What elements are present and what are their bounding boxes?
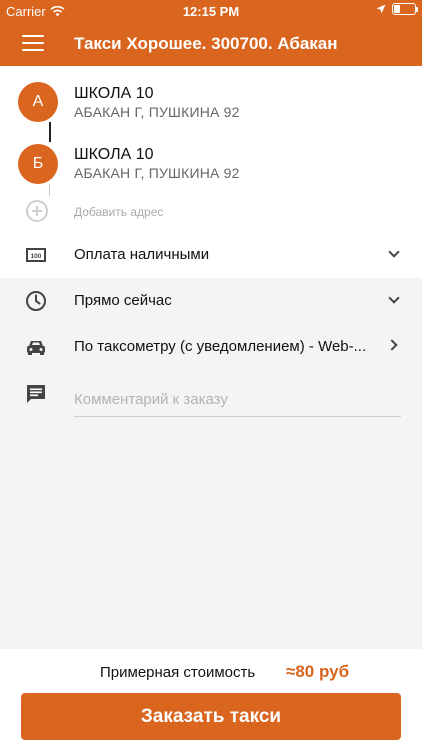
order-taxi-button[interactable]: Заказать такси: [21, 693, 401, 740]
route-section: А ШКОЛА 10 АБАКАН Г, ПУШКИНА 92 Б ШКОЛА …: [0, 66, 422, 232]
battery-icon: [392, 3, 418, 15]
chevron-right-icon: [386, 339, 398, 351]
payment-label: Оплата наличными: [74, 246, 210, 263]
battery-fill: [394, 5, 400, 13]
car-icon: [27, 341, 45, 355]
point-b-marker: Б: [18, 144, 58, 184]
time-label: Прямо сейчас: [74, 292, 172, 309]
status-time: 12:15 PM: [182, 4, 240, 19]
point-b-name[interactable]: ШКОЛА 10: [74, 146, 153, 164]
page-title: Такси Хорошее. 300700. Абакан: [74, 34, 338, 53]
add-address-icon[interactable]: [26, 200, 48, 222]
add-address-label[interactable]: Добавить адрес: [74, 205, 163, 219]
clock-icon: [26, 291, 46, 311]
point-b-address[interactable]: АБАКАН Г, ПУШКИНА 92: [74, 165, 240, 181]
comment-row: [0, 371, 422, 417]
status-bar: Carrier 12:15 PM: [0, 0, 422, 22]
point-a-marker: А: [18, 82, 58, 122]
comment-icon: [27, 385, 45, 403]
payment-select[interactable]: 100 Оплата наличными: [0, 232, 422, 278]
cost-value: ≈80 руб: [286, 662, 350, 681]
location-arrow-icon: [376, 4, 386, 14]
comment-input[interactable]: [74, 383, 401, 417]
point-a-name[interactable]: ШКОЛА 10: [74, 85, 153, 103]
tariff-select[interactable]: По таксометру (с уведомлением) - Web-...: [0, 324, 422, 370]
time-select[interactable]: Прямо сейчас: [0, 278, 422, 324]
svg-text:100: 100: [31, 253, 42, 260]
cost-label: Примерная стоимость: [100, 664, 256, 681]
menu-icon[interactable]: [22, 35, 44, 53]
order-form: А ШКОЛА 10 АБАКАН Г, ПУШКИНА 92 Б ШКОЛА …: [0, 66, 422, 649]
nav-bar: Такси Хорошее. 300700. Абакан: [0, 22, 422, 66]
point-a-address[interactable]: АБАКАН Г, ПУШКИНА 92: [74, 104, 240, 120]
route-connector-add: [49, 184, 50, 196]
order-footer: Примерная стоимость ≈80 руб Заказать так…: [0, 649, 422, 750]
cash-icon: 100: [26, 248, 46, 262]
chevron-down-icon: [388, 292, 400, 304]
tariff-label: По таксометру (с уведомлением) - Web-...: [74, 338, 367, 355]
route-connector: [49, 122, 51, 142]
status-right: [376, 3, 418, 15]
chevron-down-icon: [388, 246, 400, 258]
